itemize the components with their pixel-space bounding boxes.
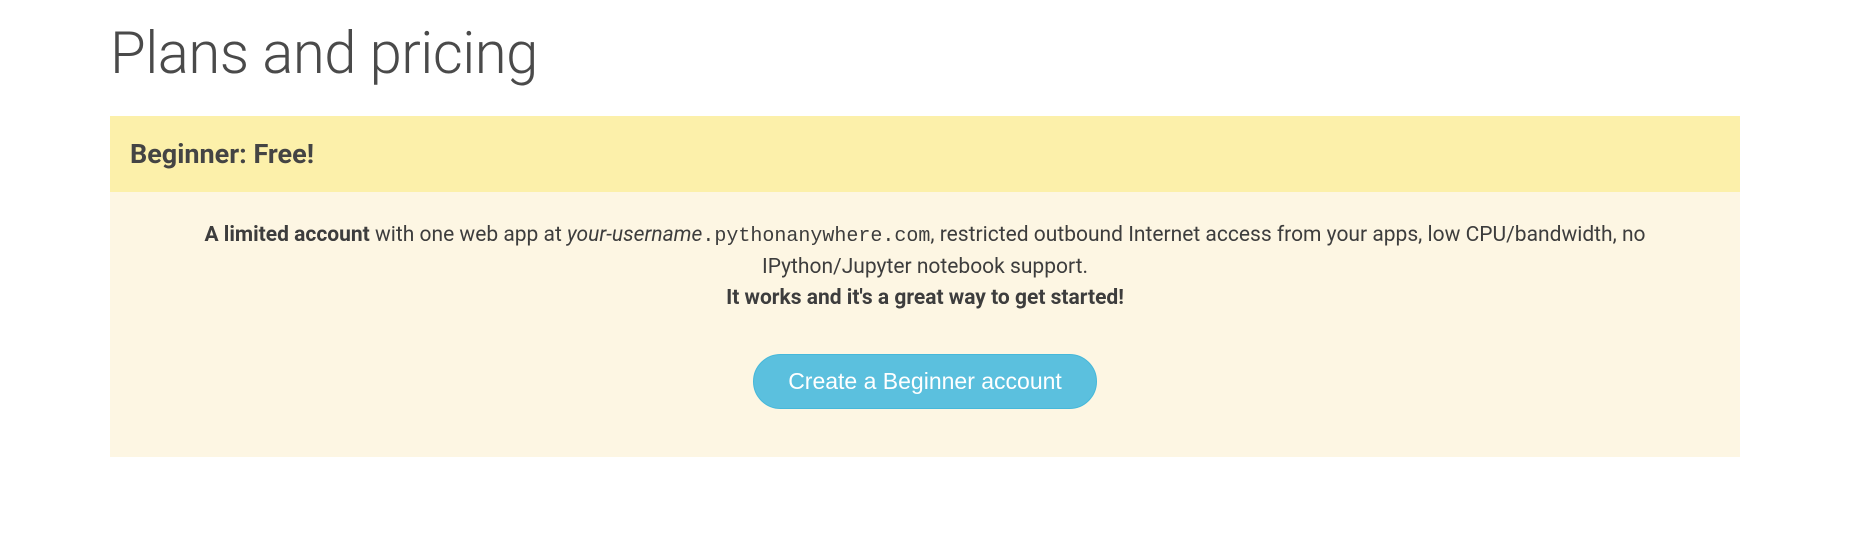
- page-title: Plans and pricing: [110, 20, 1740, 88]
- plan-desc-text-1: with one web app at: [370, 223, 567, 247]
- plan-desc-tagline: It works and it's a great way to get sta…: [726, 286, 1124, 310]
- plan-body: A limited account with one web app at yo…: [110, 192, 1740, 457]
- plan-desc-username: your-username: [567, 223, 702, 247]
- plan-header-title: Beginner: Free!: [130, 138, 1720, 170]
- plan-desc-lead: A limited account: [204, 223, 369, 247]
- plan-header: Beginner: Free!: [110, 116, 1740, 192]
- create-beginner-account-button[interactable]: Create a Beginner account: [753, 354, 1097, 409]
- plan-card-beginner: Beginner: Free! A limited account with o…: [110, 116, 1740, 457]
- plan-desc-domain: .pythonanywhere.com: [702, 225, 930, 248]
- plan-description: A limited account with one web app at yo…: [130, 220, 1720, 314]
